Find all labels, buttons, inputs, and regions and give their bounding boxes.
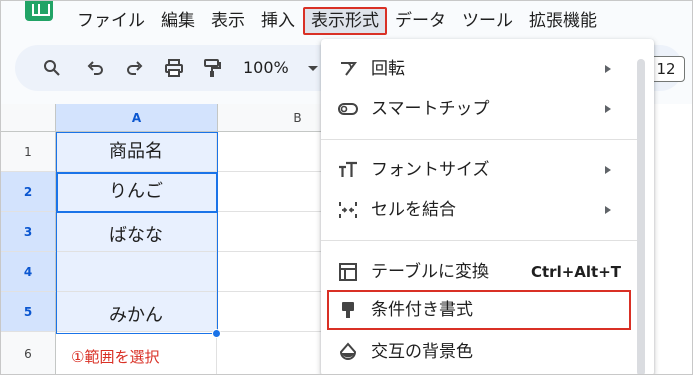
- menu-item-rotate[interactable]: 回転: [321, 49, 639, 89]
- menu-item-label: 交互の背景色: [371, 342, 473, 362]
- menu-insert[interactable]: 挿入: [253, 7, 303, 35]
- shortcut-label: Ctrl+Alt+T: [531, 263, 622, 281]
- menu-item-label: 回転: [371, 59, 405, 79]
- menu-extensions[interactable]: 拡張機能: [521, 7, 605, 35]
- row-header-3[interactable]: 3: [1, 212, 56, 252]
- menu-item-label: フォントサイズ: [371, 160, 490, 180]
- fill-handle[interactable]: [212, 329, 221, 338]
- row-divider: [217, 331, 327, 332]
- zoom-select[interactable]: 100%: [243, 57, 289, 79]
- row-divider: [217, 251, 327, 252]
- column-header-a[interactable]: A: [56, 104, 218, 132]
- rotate-icon: [337, 58, 359, 80]
- sheets-logo-icon[interactable]: [25, 1, 53, 21]
- menu-item-label: スマートチップ: [371, 99, 490, 119]
- menu-item-label: 条件付き書式: [371, 300, 473, 320]
- submenu-arrow-icon: [605, 65, 611, 73]
- menu-edit[interactable]: 編集: [153, 7, 203, 35]
- menu-item-alternating-colors[interactable]: 交互の背景色: [321, 332, 639, 372]
- font-size-icon: [337, 159, 359, 181]
- submenu-arrow-icon: [605, 206, 611, 214]
- menu-item-label: セルを結合: [371, 200, 456, 220]
- menu-format[interactable]: 表示形式: [303, 7, 387, 35]
- menu-divider: [321, 240, 639, 241]
- conditional-format-icon: [337, 299, 359, 321]
- print-icon[interactable]: [163, 57, 185, 79]
- fill-color-icon: [337, 341, 359, 363]
- annotation-select-range: ①範囲を選択: [71, 348, 160, 366]
- menu-tools[interactable]: ツール: [454, 7, 521, 35]
- active-cell-outline: [56, 172, 218, 213]
- row-divider: [217, 211, 327, 212]
- menu-item-conditional-formatting[interactable]: 条件付き書式: [327, 290, 631, 330]
- menubar: ファイル 編集 表示 挿入 表示形式 データ ツール 拡張機能: [69, 7, 605, 35]
- undo-icon[interactable]: [85, 57, 107, 79]
- row-header-2[interactable]: 2: [1, 172, 56, 212]
- menu-item-merge-cells[interactable]: セルを結合: [321, 190, 639, 230]
- redo-icon[interactable]: [123, 57, 145, 79]
- search-icon[interactable]: [41, 57, 63, 79]
- smart-chip-icon: [337, 98, 359, 120]
- select-all-corner[interactable]: [1, 104, 56, 132]
- submenu-arrow-icon: [605, 166, 611, 174]
- row-header-1[interactable]: 1: [1, 132, 56, 172]
- chevron-down-icon[interactable]: [308, 66, 318, 71]
- row-divider: [217, 291, 327, 292]
- row-divider: [217, 171, 327, 172]
- menu-scrollbar[interactable]: [637, 59, 645, 374]
- selection-range: [56, 132, 218, 334]
- sheets-window: ファイル 編集 表示 挿入 表示形式 データ ツール 拡張機能 100% 12 …: [0, 0, 693, 375]
- menu-data[interactable]: データ: [387, 7, 454, 35]
- menu-divider: [321, 139, 639, 140]
- row-header-4[interactable]: 4: [1, 252, 56, 292]
- merge-icon: [337, 199, 359, 221]
- menu-item-label: テーブルに変換: [371, 262, 489, 282]
- paint-format-icon[interactable]: [201, 57, 223, 79]
- row-header-6[interactable]: 6: [1, 332, 56, 374]
- table-icon: [337, 261, 359, 283]
- format-menu: 回転 スマートチップ フォントサイズ セルを結合 テーブルに変換 Ctrl+Al…: [321, 39, 654, 374]
- submenu-arrow-icon: [605, 105, 611, 113]
- menu-item-smart-chips[interactable]: スマートチップ: [321, 89, 639, 129]
- menu-file[interactable]: ファイル: [69, 7, 153, 35]
- menu-item-font-size[interactable]: フォントサイズ: [321, 150, 639, 190]
- menu-item-convert-to-table[interactable]: テーブルに変換 Ctrl+Alt+T: [321, 252, 639, 292]
- menu-view[interactable]: 表示: [203, 7, 253, 35]
- row-header-5[interactable]: 5: [1, 292, 56, 332]
